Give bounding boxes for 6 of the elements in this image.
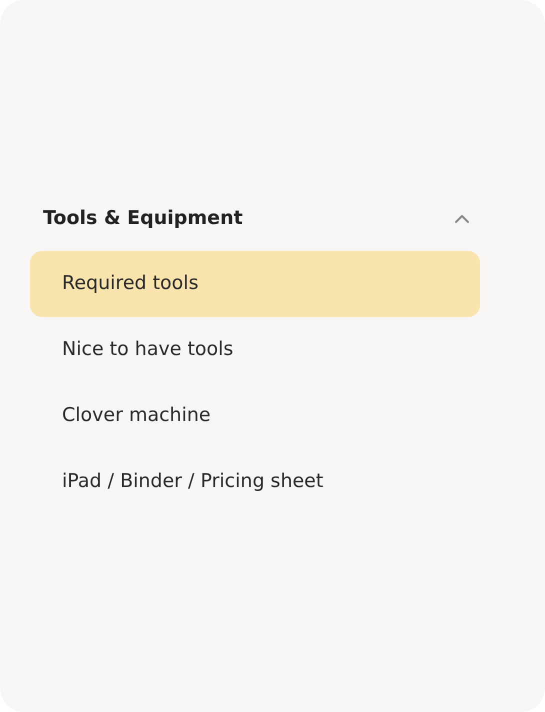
- menu-item[interactable]: Clover machine: [30, 382, 480, 448]
- menu-item[interactable]: Required tools: [30, 250, 480, 316]
- menu-item[interactable]: Nice to have tools: [30, 316, 480, 382]
- section-header[interactable]: Tools & Equipment: [30, 196, 480, 240]
- menu-item[interactable]: iPad / Binder / Pricing sheet: [30, 448, 480, 514]
- section-title: Tools & Equipment: [43, 206, 243, 231]
